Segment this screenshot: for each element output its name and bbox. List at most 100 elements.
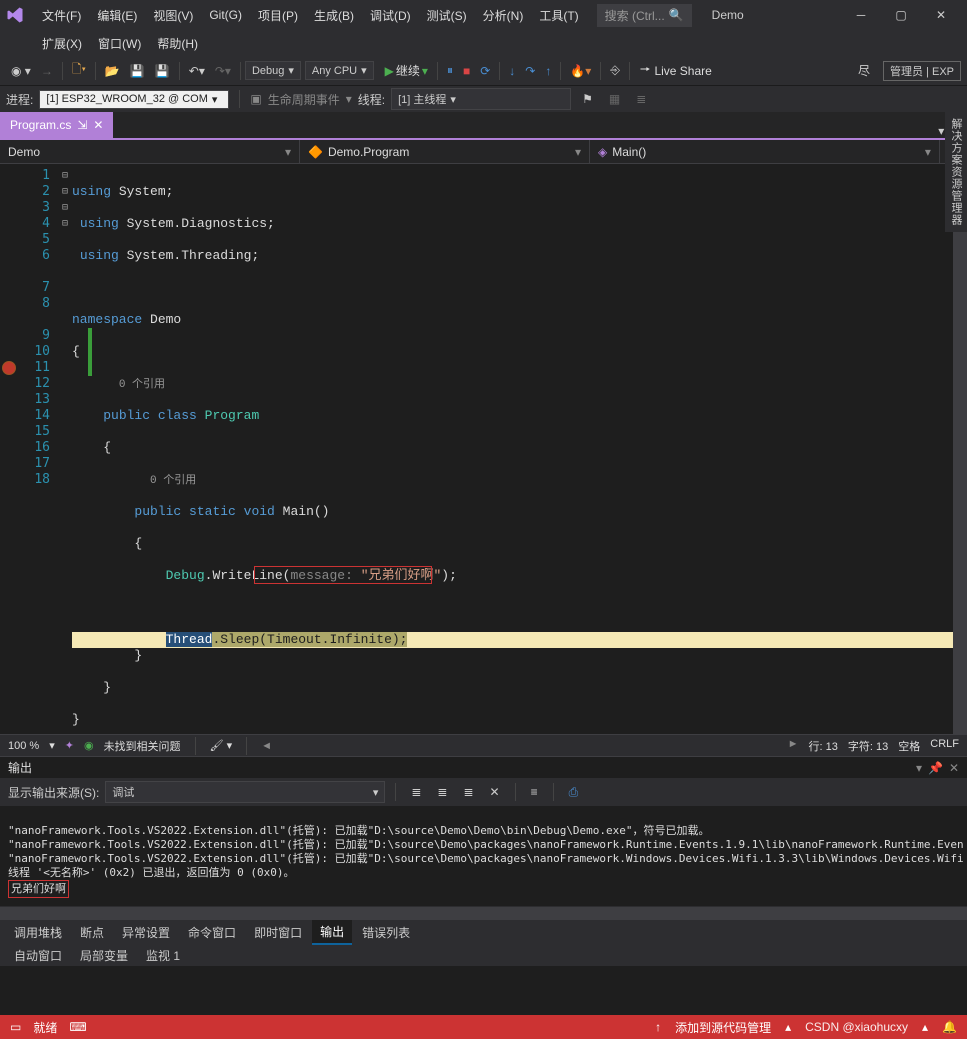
- output-title: 输出: [8, 759, 32, 776]
- bottom-tabs: 调用堆栈 断点 异常设置 命令窗口 即时窗口 输出 错误列表: [0, 920, 967, 944]
- editor-scrollbar[interactable]: [953, 164, 967, 734]
- zoom-combo[interactable]: 100 %: [8, 740, 39, 752]
- tab-callstack[interactable]: 调用堆栈: [6, 921, 70, 944]
- output-text[interactable]: "nanoFramework.Tools.VS2022.Extension.dl…: [0, 806, 967, 906]
- process-combo[interactable]: [1] ESP32_WROOM_32 @ COM ▾: [39, 90, 229, 109]
- tab-strip: Program.cs ⇲ ✕ ▾ ⚙: [0, 112, 967, 140]
- stop-button[interactable]: ■: [458, 61, 475, 81]
- keyboard-icon: ⌨: [69, 1020, 86, 1034]
- status-bar: ▭ 就绪 ⌨ ↑ 添加到源代码管理▴ CSDN @xiaohucxy ▴ 🔔: [0, 1015, 967, 1039]
- tab-program-cs[interactable]: Program.cs ⇲ ✕: [0, 112, 113, 138]
- tab-cmd[interactable]: 命令窗口: [180, 921, 244, 944]
- undo-button[interactable]: ↶▾: [184, 61, 210, 81]
- nav-bar: Demo▾ 🔶Demo.Program▾ ◈Main()▾ ✚: [0, 140, 967, 164]
- save-all-button[interactable]: 💾: [150, 61, 175, 81]
- close-button[interactable]: ✕: [921, 0, 961, 30]
- maximize-button[interactable]: ▢: [881, 0, 921, 30]
- main-toolbar: ◉ ▾ → 🗋▾ 📂 💾 💾 ↶▾ ↷▾ Debug ▾ Any CPU ▾ ▶…: [0, 56, 967, 86]
- codelens-refs[interactable]: 0 个引用: [150, 475, 196, 487]
- save-button[interactable]: 💾: [125, 61, 150, 81]
- tab-locals[interactable]: 局部变量: [72, 944, 136, 967]
- title-bar: 文件(F) 编辑(E) 视图(V) Git(G) 项目(P) 生成(B) 调试(…: [0, 0, 967, 30]
- nav-class[interactable]: 🔶Demo.Program▾: [300, 140, 590, 163]
- redo-button[interactable]: ↷▾: [210, 61, 236, 81]
- new-button[interactable]: 🗋▾: [67, 57, 91, 84]
- nav-back-button[interactable]: ◉ ▾: [6, 61, 36, 81]
- tab-exception[interactable]: 异常设置: [114, 921, 178, 944]
- debug-location-bar: 进程: [1] ESP32_WROOM_32 @ COM ▾ ▣ 生命周期事件▾…: [0, 86, 967, 112]
- menu-edit[interactable]: 编辑(E): [89, 3, 145, 28]
- process-label: 进程:: [6, 91, 33, 108]
- tab-output[interactable]: 输出: [312, 920, 352, 945]
- menu-test[interactable]: 测试(S): [419, 3, 475, 28]
- restart-button[interactable]: ⟳: [475, 61, 495, 81]
- code-area[interactable]: using System; using System.Diagnostics; …: [72, 164, 953, 734]
- menu-build[interactable]: 生成(B): [306, 3, 362, 28]
- pause-button[interactable]: ⏸: [442, 60, 458, 81]
- menu-view[interactable]: 视图(V): [145, 3, 201, 28]
- minimize-button[interactable]: ─: [841, 0, 881, 30]
- thread-combo[interactable]: [1] 主线程 ▾: [391, 88, 571, 110]
- breakpoint-icon[interactable]: [2, 361, 16, 375]
- toolbox-button[interactable]: ⎆: [605, 60, 625, 81]
- thread-flag-button[interactable]: ⚑: [577, 89, 598, 109]
- close-tab-icon[interactable]: ✕: [93, 118, 103, 132]
- tab-errors[interactable]: 错误列表: [354, 921, 418, 944]
- search-placeholder: 搜索 (Ctrl...: [605, 7, 665, 24]
- lifecycle-label[interactable]: 生命周期事件: [268, 91, 340, 108]
- solution-title: Demo: [712, 8, 744, 22]
- open-button[interactable]: 📂: [100, 61, 125, 81]
- menu-tools[interactable]: 工具(T): [531, 3, 586, 28]
- tab-label: Program.cs: [10, 118, 71, 132]
- config-combo[interactable]: Debug ▾: [245, 61, 301, 80]
- output-highlight: 兄弟们好啊: [8, 880, 69, 898]
- thread-label: 线程:: [358, 91, 385, 108]
- pin-icon[interactable]: ⇲: [77, 118, 87, 132]
- liveshare-button[interactable]: 🠖 Live Share: [634, 58, 718, 83]
- tab-dropdown-icon[interactable]: ▾: [938, 124, 944, 138]
- step-into-button[interactable]: ↓: [504, 61, 520, 81]
- thread-frame-button[interactable]: ▦: [604, 89, 625, 109]
- status-mode-icon: ▭: [10, 1020, 21, 1034]
- auto-tabs: 自动窗口 局部变量 监视 1: [0, 944, 967, 966]
- menu-analyze[interactable]: 分析(N): [475, 3, 532, 28]
- menu-file[interactable]: 文件(F): [34, 3, 89, 28]
- source-control-button[interactable]: 添加到源代码管理: [675, 1019, 771, 1036]
- menu-ext[interactable]: 扩展(X): [34, 31, 90, 56]
- solution-explorer-dock[interactable]: 解决方案资源管理器: [945, 112, 967, 232]
- output-hscroll[interactable]: [0, 906, 967, 920]
- line-numbers: 1234 56 7 8 910 11121314 15161718: [18, 164, 58, 734]
- nav-method[interactable]: ◈Main()▾: [590, 140, 940, 163]
- tab-immediate[interactable]: 即时窗口: [246, 921, 310, 944]
- tab-watch[interactable]: 监视 1: [138, 944, 188, 967]
- tab-breakpoints[interactable]: 断点: [72, 921, 112, 944]
- menu-bar-2: 扩展(X) 窗口(W) 帮助(H): [0, 30, 967, 56]
- code-editor[interactable]: 1234 56 7 8 910 11121314 15161718 ⊟ ⊟⊟ ⊟…: [0, 164, 967, 734]
- continue-button[interactable]: ▶ 继续 ▾: [380, 59, 433, 82]
- codelens-refs[interactable]: 0 个引用: [119, 379, 165, 391]
- fold-margin[interactable]: ⊟ ⊟⊟ ⊟: [58, 164, 72, 734]
- step-over-button[interactable]: ↷: [520, 61, 540, 81]
- step-out-button[interactable]: ↑: [540, 61, 556, 81]
- search-input[interactable]: 搜索 (Ctrl... 🔍: [597, 4, 692, 27]
- hot-reload-button[interactable]: 🔥▾: [565, 61, 596, 81]
- watermark: CSDN @xiaohucxy: [805, 1020, 908, 1034]
- nav-project[interactable]: Demo▾: [0, 140, 300, 163]
- search-icon: 🔍: [669, 8, 684, 22]
- vs-logo-icon: [6, 6, 24, 24]
- menu-git[interactable]: Git(G): [201, 4, 250, 26]
- feedback-button[interactable]: 尽: [853, 59, 875, 82]
- menu-help[interactable]: 帮助(H): [149, 31, 206, 56]
- tab-autos[interactable]: 自动窗口: [6, 944, 70, 967]
- menu-project[interactable]: 项目(P): [250, 3, 306, 28]
- platform-combo[interactable]: Any CPU ▾: [305, 61, 374, 80]
- breakpoint-margin[interactable]: [0, 164, 18, 734]
- notifications-icon[interactable]: 🔔: [942, 1020, 957, 1034]
- menu-window[interactable]: 窗口(W): [90, 31, 149, 56]
- admin-badge: 管理员 | EXP: [883, 61, 961, 81]
- current-line: Thread.Sleep(Timeout.Infinite);: [72, 632, 953, 648]
- thread-stack-button[interactable]: ≣: [631, 89, 651, 109]
- menu-debug[interactable]: 调试(D): [362, 3, 419, 28]
- annotation-box: [254, 566, 432, 584]
- nav-fwd-button[interactable]: →: [36, 61, 58, 81]
